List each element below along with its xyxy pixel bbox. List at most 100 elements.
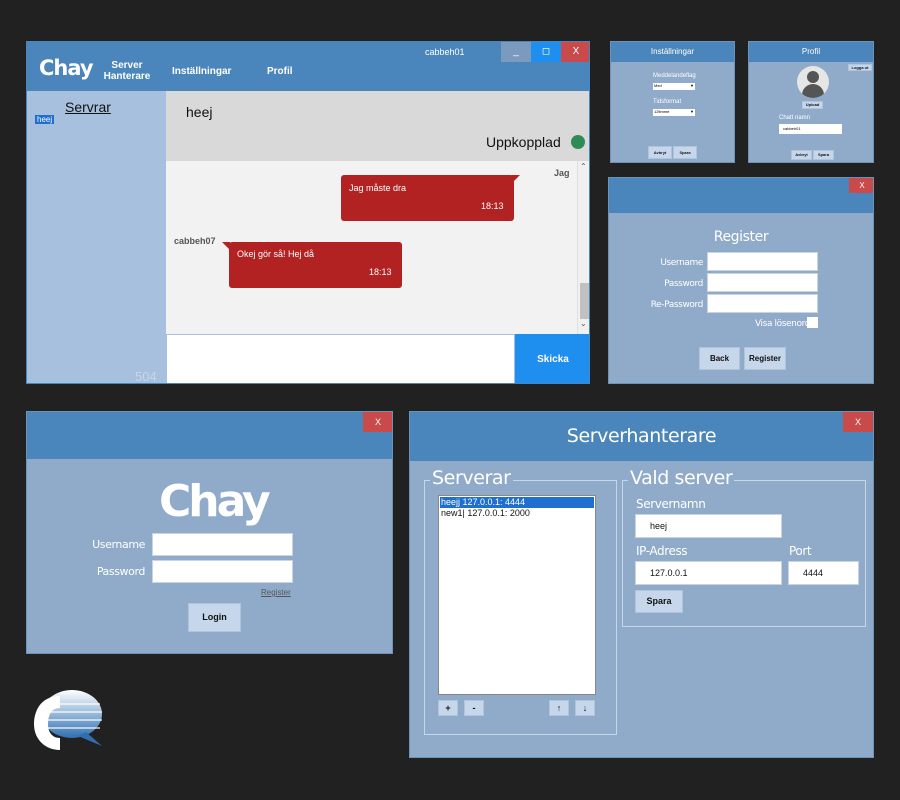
port-input[interactable]: 4444 — [788, 561, 859, 585]
message-sender: Jag — [554, 168, 570, 178]
notify-select-value: Med — [654, 83, 662, 88]
message-text: Jag måste dra — [349, 183, 407, 193]
server-manager-window: X Serverhanterare Serverar heejj 127.0.0… — [409, 411, 874, 758]
app-logo: Chay — [39, 56, 94, 80]
add-server-button[interactable]: + — [438, 700, 458, 716]
save-server-button[interactable]: Spara — [635, 590, 683, 613]
sidebar: Servrar heej 504 — [27, 91, 166, 384]
settings-title-bar: Inställningar — [611, 42, 734, 62]
avatar-icon — [797, 66, 829, 98]
selected-server-title: Vald server — [628, 467, 735, 489]
ip-address-label: IP-Adress — [636, 544, 688, 558]
settings-cancel-button[interactable]: Avbryt — [648, 146, 672, 159]
chat-server-name: heej — [186, 104, 213, 120]
main-chat-window: Chay Server Hanterare Inställningar Prof… — [26, 41, 590, 384]
profile-title: Profil — [801, 47, 821, 56]
password-label: Password — [664, 279, 703, 289]
login-username-input[interactable] — [152, 533, 293, 556]
login-title-bar: X — [27, 412, 392, 459]
status-indicator-icon — [571, 135, 585, 149]
login-password-label: Password — [96, 565, 146, 578]
profile-save-button[interactable]: Spara — [813, 150, 834, 160]
sidebar-item-heej[interactable]: heej — [35, 115, 55, 124]
server-list-item[interactable]: heejj 127.0.0.1: 4444 — [440, 497, 594, 508]
server-manager-title-bar: X Serverhanterare — [410, 412, 873, 461]
login-close-button[interactable]: X — [363, 412, 392, 432]
notify-label: Meddelandeflag — [653, 73, 696, 79]
scrollbar-thumb[interactable] — [580, 283, 589, 319]
login-button[interactable]: Login — [188, 603, 241, 632]
profile-window: Profil Logga ut Upload Chatt namn cabbeh… — [748, 41, 874, 163]
chat-scrollbar[interactable]: ⌃ ⌄ — [577, 161, 589, 334]
message-bubble-outgoing: Jag måste dra 18:13 — [341, 175, 514, 221]
chevron-down-icon: ▼ — [690, 83, 694, 88]
upload-button[interactable]: Upload — [802, 101, 823, 109]
chay-app-icon — [30, 684, 104, 752]
close-button[interactable]: X — [561, 42, 589, 62]
minimize-button[interactable]: _ — [501, 42, 531, 62]
sidebar-title: Servrar — [65, 99, 111, 115]
login-window: X Chay Username Password Register Login — [26, 411, 393, 654]
time-format-select[interactable]: 12timme ▼ — [653, 109, 695, 116]
repassword-input[interactable] — [707, 294, 818, 313]
nav-profile[interactable]: Profil — [267, 66, 293, 77]
register-title: Register — [713, 229, 769, 245]
chat-name-label: Chatt namn — [779, 115, 811, 121]
profile-cancel-button[interactable]: Avbryt — [791, 150, 812, 160]
ip-address-input[interactable]: 127.0.0.1 — [635, 561, 782, 585]
port-label: Port — [789, 544, 812, 558]
connection-status: Uppkopplad — [486, 134, 561, 150]
back-button[interactable]: Back — [699, 347, 740, 370]
remove-server-button[interactable]: - — [464, 700, 484, 716]
time-format-label: Tidsformat — [653, 99, 682, 105]
server-name-input[interactable]: heej — [635, 514, 782, 538]
repassword-label: Re-Password — [650, 300, 704, 310]
login-username-label: Username — [92, 538, 145, 551]
nav-settings[interactable]: Inställningar — [172, 66, 231, 77]
scroll-down-icon[interactable]: ⌄ — [580, 319, 587, 328]
server-list[interactable]: heejj 127.0.0.1: 4444 new1| 127.0.0.1: 2… — [438, 495, 596, 695]
message-time: 18:13 — [481, 201, 504, 211]
logout-button[interactable]: Logga ut — [848, 64, 872, 71]
show-password-label: Visa lösenord — [755, 319, 811, 329]
login-password-input[interactable] — [152, 560, 293, 583]
settings-title: Inställningar — [650, 47, 695, 56]
message-text: Okej gör så! Hej då — [237, 249, 315, 259]
scroll-up-icon[interactable]: ⌃ — [580, 162, 587, 171]
server-list-item[interactable]: new1| 127.0.0.1: 2000 — [440, 508, 594, 519]
chat-messages: Jag Jag måste dra 18:13 cabbeh07 Okej gö… — [166, 161, 589, 334]
message-input[interactable] — [166, 334, 515, 383]
send-button[interactable]: Skicka — [515, 334, 589, 383]
password-input[interactable] — [707, 273, 818, 292]
register-title-bar: X — [609, 178, 873, 213]
register-window: X Register Username Password Re-Password… — [608, 177, 874, 384]
main-header: Chay Server Hanterare Inställningar Prof… — [27, 42, 589, 91]
chevron-down-icon: ▼ — [690, 109, 694, 114]
nav-server-manager[interactable]: Server Hanterare — [99, 60, 155, 82]
settings-window: Inställningar Meddelandeflag Med ▼ Tidsf… — [610, 41, 735, 163]
message-bubble-incoming: Okej gör så! Hej då 18:13 — [229, 242, 402, 288]
notify-select[interactable]: Med ▼ — [653, 83, 695, 90]
chat-name-input[interactable]: cabbeh01 — [779, 124, 842, 134]
move-down-button[interactable]: ↓ — [575, 700, 595, 716]
maximize-button[interactable]: ◻ — [531, 42, 561, 62]
register-link[interactable]: Register — [261, 588, 291, 597]
message-time: 18:13 — [369, 267, 392, 277]
sidebar-counter: 504 — [135, 369, 157, 384]
settings-save-button[interactable]: Spara — [673, 146, 697, 159]
username-input[interactable] — [707, 252, 818, 271]
register-button[interactable]: Register — [744, 347, 786, 370]
server-name-label: Servernamn — [636, 497, 706, 511]
login-logo: Chay — [159, 476, 271, 527]
time-format-select-value: 12timme — [654, 109, 670, 114]
profile-title-bar: Profil — [749, 42, 873, 62]
chat-header: heej Uppkopplad — [166, 91, 589, 161]
bubble-tail-icon — [512, 175, 520, 183]
current-username: cabbeh01 — [425, 47, 465, 57]
move-up-button[interactable]: ↑ — [549, 700, 569, 716]
message-sender: cabbeh07 — [174, 236, 216, 246]
server-manager-title: Serverhanterare — [566, 425, 717, 447]
register-close-button[interactable]: X — [849, 178, 873, 193]
servers-group-title: Serverar — [430, 467, 513, 489]
show-password-checkbox[interactable] — [807, 317, 818, 328]
